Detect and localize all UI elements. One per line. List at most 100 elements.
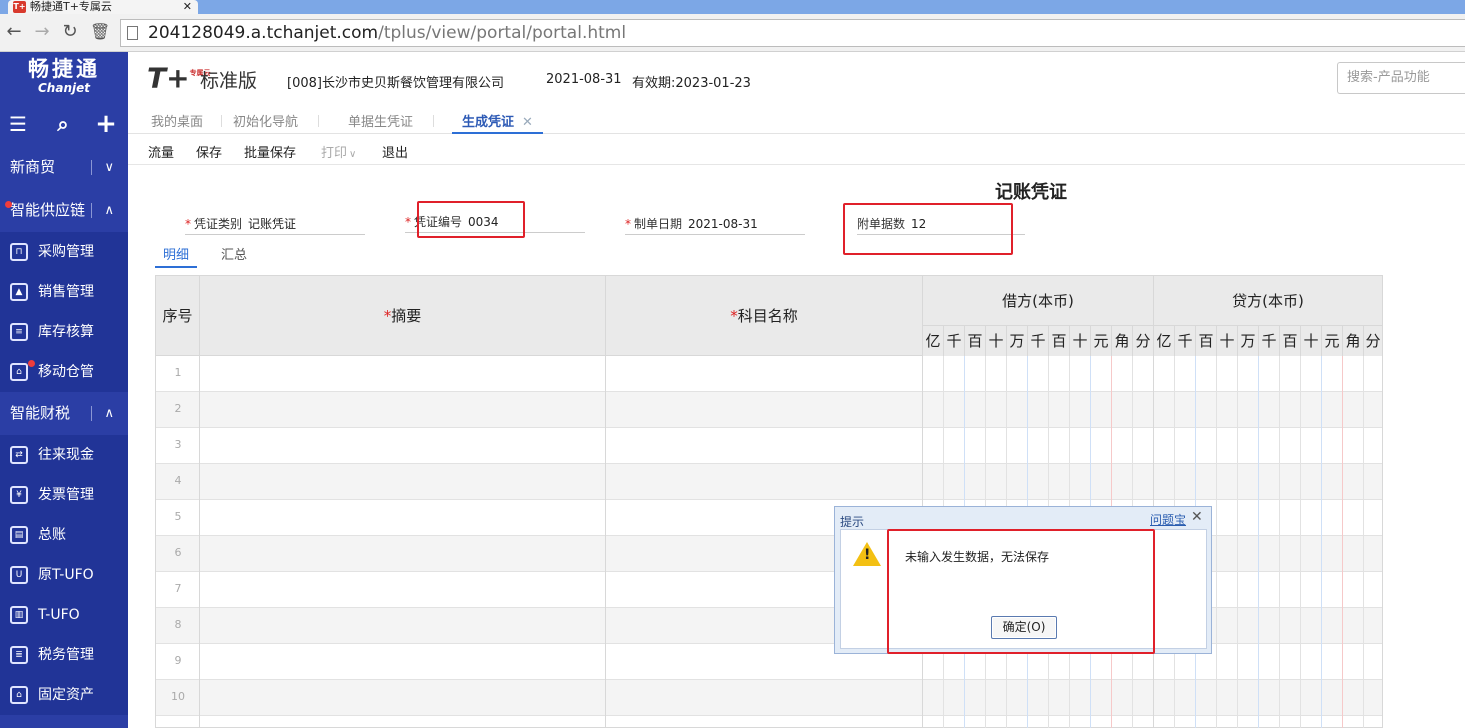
voucher-date-field[interactable]: * 制单日期 2021-08-31 xyxy=(625,215,805,235)
voucher-type-field[interactable]: * 凭证类别 记账凭证 xyxy=(185,215,365,235)
digit-header: 千 xyxy=(1175,326,1196,356)
tab-init-guide[interactable]: 初始化导航 xyxy=(233,111,298,134)
digit-header: 亿 xyxy=(923,326,944,356)
row-number: 5 xyxy=(174,510,182,523)
voucher-title: 记账凭证 xyxy=(995,182,1067,203)
sidebar-item-tufo[interactable]: ▥ T-UFO xyxy=(0,595,128,635)
url-host: 204128049.a.tchanjet.com xyxy=(148,23,379,43)
warning-icon: ! xyxy=(853,542,881,566)
digit-header: 千 xyxy=(944,326,965,356)
sidebar-item-cash[interactable]: ⇄ 往来现金 xyxy=(0,435,128,475)
back-arrow-icon[interactable]: ← xyxy=(4,21,24,43)
table-row[interactable]: 10 xyxy=(156,680,1382,716)
chevron-up-icon: ∧ xyxy=(104,406,114,421)
digit-header: 分 xyxy=(1364,326,1382,356)
table-row[interactable]: 1 xyxy=(156,356,1382,392)
row-number: 9 xyxy=(174,654,182,667)
brand-logo[interactable]: 畅捷通 Chanjet xyxy=(0,52,128,102)
table-row[interactable]: 4 xyxy=(156,464,1382,500)
highlight-box xyxy=(843,203,1013,255)
voucher-date-label: 制单日期 xyxy=(634,217,683,231)
browser-tab[interactable]: T+ 畅捷通T+专属云 ✕ xyxy=(8,0,198,14)
tab-summary[interactable]: 汇总 xyxy=(221,244,247,263)
url-input[interactable]: 204128049.a.tchanjet.com/tplus/view/port… xyxy=(120,19,1465,47)
tab-my-desktop[interactable]: 我的桌面 xyxy=(151,111,203,134)
digit-header: 千 xyxy=(1259,326,1280,356)
table-row[interactable]: 3 xyxy=(156,428,1382,464)
notification-dot xyxy=(28,360,35,367)
row-number: 10 xyxy=(171,690,185,703)
grid-line xyxy=(1300,356,1301,728)
chevron-up-icon: ∧ xyxy=(104,203,114,218)
highlight-box xyxy=(887,529,1155,654)
url-path: /tplus/view/portal/portal.html xyxy=(378,23,627,43)
document-tabs: 我的桌面 初始化导航 单据生凭证 生成凭证 ✕ xyxy=(128,106,1465,134)
column-header-debit: 借方(本币) xyxy=(923,276,1154,326)
tab-close-icon[interactable]: ✕ xyxy=(183,0,192,13)
digit-header: 万 xyxy=(1238,326,1259,356)
row-number: 7 xyxy=(174,582,182,595)
sidebar-item-fixed-assets[interactable]: ⌂ 固定资产 xyxy=(0,675,128,715)
voucher-date-value: 2021-08-31 xyxy=(688,217,758,231)
reload-icon[interactable]: ↻ xyxy=(60,21,80,43)
digit-header: 元 xyxy=(1322,326,1343,356)
ufo-icon: U xyxy=(10,566,28,584)
row-number: 4 xyxy=(174,474,182,487)
grid-line xyxy=(1342,356,1343,728)
voucher-entry-grid: 序号 *摘要 *科目名称 借方(本币) 贷方(本币) 亿千百十万千百十元角分亿千… xyxy=(155,275,1383,728)
tab-detail[interactable]: 明细 xyxy=(155,244,198,268)
digit-header: 十 xyxy=(1217,326,1238,356)
function-search-input[interactable]: 搜索-产品功能 xyxy=(1337,62,1465,94)
dialog-title: 提示 xyxy=(840,515,865,529)
help-link[interactable]: 问题宝 xyxy=(1150,511,1186,528)
sidebar-item-old-tufo[interactable]: U 原T-UFO xyxy=(0,555,128,595)
save-button[interactable]: 保存 xyxy=(196,142,222,161)
row-number: 1 xyxy=(174,366,182,379)
sidebar-item-sales[interactable]: ▲ 销售管理 xyxy=(0,272,128,312)
table-row[interactable]: 2 xyxy=(156,392,1382,428)
forward-arrow-icon[interactable]: → xyxy=(32,21,52,43)
search-icon[interactable]: ⌕ xyxy=(51,112,75,136)
column-header-seq: 序号 xyxy=(156,276,200,356)
voucher-type-label: 凭证类别 xyxy=(194,217,243,231)
digit-header: 千 xyxy=(1028,326,1049,356)
highlight-box xyxy=(417,201,525,238)
grid-line xyxy=(605,356,606,728)
grid-line xyxy=(1363,356,1364,728)
sidebar-group-new-trade[interactable]: 新商贸 ∨ xyxy=(0,146,128,189)
page-icon xyxy=(127,26,138,40)
login-date: 2021-08-31 xyxy=(546,72,622,87)
chevron-down-icon: ∨ xyxy=(104,160,114,175)
tab-doc-voucher[interactable]: 单据生凭证 xyxy=(348,111,413,134)
close-icon[interactable]: ✕ xyxy=(522,115,533,130)
chart-icon: ▲ xyxy=(10,283,28,301)
sidebar-item-purchase[interactable]: ⊓ 采购管理 xyxy=(0,232,128,272)
batch-save-button[interactable]: 批量保存 xyxy=(244,142,296,161)
close-icon[interactable]: ✕ xyxy=(1191,509,1203,525)
row-number: 8 xyxy=(174,618,182,631)
sidebar-item-invoice[interactable]: ¥ 发票管理 xyxy=(0,475,128,515)
sidebar-item-ledger[interactable]: ▤ 总账 xyxy=(0,515,128,555)
print-button[interactable]: 打印 ∨ xyxy=(321,142,356,161)
tab-generate-voucher[interactable]: 生成凭证 ✕ xyxy=(452,111,543,134)
column-header-credit: 贷方(本币) xyxy=(1154,276,1382,326)
grid-line xyxy=(1279,356,1280,728)
sidebar-group-finance-tax[interactable]: 智能财税 ∧ xyxy=(0,392,128,435)
sidebar-item-inventory[interactable]: ≡ 库存核算 xyxy=(0,312,128,352)
sidebar: ☰ ⌕ + 新商贸 ∨ 智能供应链 ∧ ⊓ 采购管理 ▲ 销售管理 ≡ 库存核算 ⌂ 移… xyxy=(0,102,128,728)
trash-icon[interactable]: 🗑 xyxy=(90,21,110,43)
tax-icon: ≣ xyxy=(10,646,28,664)
grid-line xyxy=(1321,356,1322,728)
exchange-icon: ⇄ xyxy=(10,446,28,464)
menu-icon[interactable]: ☰ xyxy=(6,112,30,136)
digit-header: 分 xyxy=(1133,326,1154,356)
digit-header: 十 xyxy=(1301,326,1322,356)
exit-button[interactable]: 退出 xyxy=(382,142,408,161)
sidebar-group-supply-chain[interactable]: 智能供应链 ∧ xyxy=(0,189,128,232)
flow-button[interactable]: 流量 xyxy=(148,142,174,161)
add-icon[interactable]: + xyxy=(94,111,118,137)
digit-header: 亿 xyxy=(1154,326,1175,356)
sidebar-item-mobile-warehouse[interactable]: ⌂ 移动仓管 xyxy=(0,352,128,392)
brand-name-en: Chanjet xyxy=(38,81,90,95)
sidebar-item-tax[interactable]: ≣ 税务管理 xyxy=(0,635,128,675)
